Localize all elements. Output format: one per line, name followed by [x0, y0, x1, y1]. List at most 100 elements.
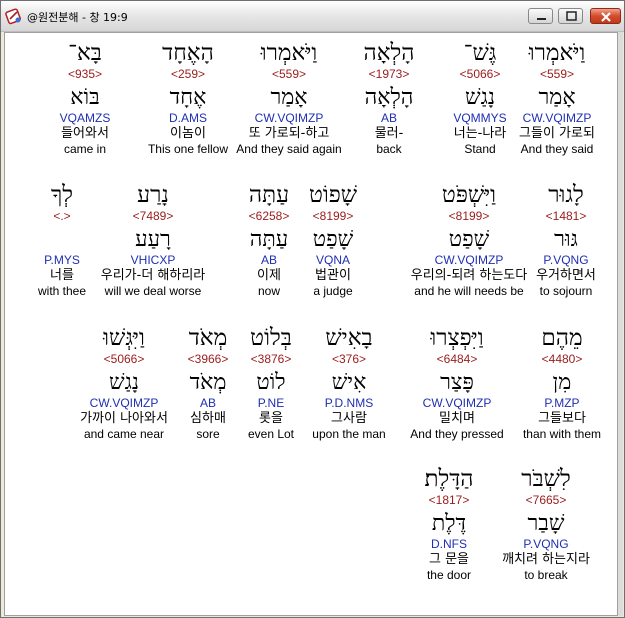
strong-number: <1973> [368, 67, 410, 81]
strong-number: <935> [67, 67, 103, 81]
minimize-icon [537, 18, 546, 20]
korean-gloss: 이제 [257, 268, 281, 283]
word-cell[interactable]: הָלְאָה <1973> הָלְאָה AB 물러-back [363, 39, 414, 156]
korean-gloss: 우리가-더 해하리라 [100, 268, 206, 283]
strong-number: <559> [539, 67, 575, 81]
korean-gloss: 우리의-되려 하는도다 [410, 268, 528, 283]
minimize-button[interactable] [528, 8, 553, 24]
english-gloss: the door [426, 568, 472, 582]
word-cell[interactable]: בָאִישׁ <376> אִישׁ P.D.NMS 그사람 upon the man [312, 324, 385, 441]
korean-gloss: 그 문을 [428, 552, 470, 567]
parsing-code: VQAMZS [59, 111, 111, 125]
word-cell[interactable]: לְךָ <.> P.MYS 너를 with thee [38, 181, 86, 298]
lemma-word [38, 227, 86, 253]
lemma-word: נָגַשׁ [465, 85, 495, 110]
korean-gloss: 그사람 [331, 411, 367, 426]
hebrew-word: וַיִּפְצְרוּ [430, 325, 484, 351]
strong-number: <8199> [448, 209, 490, 223]
strong-number: <1817> [428, 493, 470, 507]
lemma-word: עַתָּה [249, 227, 289, 252]
word-cell[interactable]: גֶּשׁ־ <5066> נָגַשׁ VQMMYS 너는-나라 Stand [453, 39, 506, 156]
parsing-code: CW.VQIMZP [522, 111, 592, 125]
hebrew-word: הַדָּלֶת׃ [424, 466, 474, 492]
lemma-word: שָׁפַט [448, 227, 490, 252]
window-title: @원전분해 - 창 19:9 [27, 11, 128, 24]
parsing-code: D.NFS [430, 537, 467, 551]
english-gloss: a judge [313, 284, 353, 298]
title-bar[interactable]: @원전분해 - 창 19:9 [1, 1, 624, 32]
korean-gloss: 또 가로되-하고 [248, 126, 330, 141]
english-gloss: And they said again [236, 142, 342, 156]
word-cell[interactable]: וַיֹּאמְרוּ <559> אָמַר CW.VQIMZP 그들이 가로되 And… [519, 39, 595, 156]
hebrew-word: לְךָ [50, 182, 74, 208]
maximize-icon [566, 11, 577, 21]
word-cell[interactable]: הָאֶחָד <259> אֶחָד D.AMS 이놈이 This one fellow [148, 39, 228, 156]
word-cell[interactable]: מְאֹד <3966> מְאֹד AB 심하매 sore [188, 324, 229, 441]
hebrew-word: גֶּשׁ־ [463, 40, 497, 66]
hebrew-word: וַיִּגְּשׁוּ [103, 325, 145, 351]
maximize-button[interactable] [558, 8, 583, 24]
lemma-word: אָמַר [538, 85, 576, 110]
scrollbar-edge[interactable] [618, 32, 623, 616]
strong-number: <1481> [545, 209, 587, 223]
hebrew-word: בָאִישׁ [325, 325, 373, 351]
word-cell[interactable]: שָׁפוֹט <8199> שָׁפַט VQNA 법관이 a judge [309, 181, 357, 298]
strong-number: <259> [170, 67, 206, 81]
parsing-code: CW.VQIMZP [422, 396, 492, 410]
korean-gloss: 너를 [50, 268, 74, 283]
close-icon [601, 12, 611, 22]
word-cell[interactable]: וַיֹּאמְרוּ <559> אָמַר CW.VQIMZP 또 가로되-하고 An… [236, 39, 341, 156]
strong-number: <5066> [103, 352, 145, 366]
word-cell[interactable]: וַיִּגְּשׁוּ <5066> נָגַשׁ CW.VQIMZP 가까이 나아와… [80, 324, 168, 441]
strong-number: <7489> [132, 209, 174, 223]
parsing-code: VQMMYS [453, 111, 507, 125]
close-button[interactable] [590, 8, 621, 24]
bible-app-icon [5, 7, 23, 25]
word-cell[interactable]: לִשְׁבֹּר <7665> שָׁבַר P.VQNG 깨치려 하는지라 to br… [502, 465, 590, 582]
parsing-code: CW.VQIMZP [434, 253, 504, 267]
english-gloss: with thee [37, 284, 87, 298]
parsing-code: D.AMS [168, 111, 208, 125]
lemma-word: שָׁפַט [312, 227, 354, 252]
english-gloss: now [257, 284, 280, 298]
word-cell[interactable]: וַיִּפְצְרוּ <6484> פָּצַר CW.VQIMZP 밀치며 And … [410, 324, 503, 441]
hebrew-word: וַיִּשְׁפֹּט [441, 182, 497, 208]
parsing-code: P.VQNG [523, 537, 569, 551]
lemma-word: הָלְאָה [364, 85, 414, 110]
strong-number: <3876> [250, 352, 292, 366]
word-cell[interactable]: בְּלוֹט <3876> לוֹט P.NE 롯을 even Lot [248, 324, 294, 441]
hebrew-word: מֵהֶם [541, 325, 583, 351]
word-cell[interactable]: עַתָּה <6258> עַתָּה AB 이제 now [249, 181, 290, 298]
korean-gloss: 물러- [374, 126, 404, 141]
parsing-code: CW.VQIMZP [254, 111, 324, 125]
korean-gloss: 롯을 [259, 411, 283, 426]
word-cell[interactable]: לָגוּר <1481> גּוּר P.VQNG 우거하면서 to sojourn [536, 181, 596, 298]
english-gloss: And they pressed [410, 427, 504, 441]
word-cell[interactable]: בָּא־ <935> בּוֹא VQAMZS 들어와서 came in [60, 39, 111, 156]
hebrew-word: הָלְאָה [363, 40, 415, 66]
lemma-word: אָמַר [270, 85, 308, 110]
korean-gloss: 가까이 나아와서 [80, 411, 168, 426]
english-gloss: Stand [464, 142, 496, 156]
hebrew-word: בְּלוֹט [250, 325, 292, 351]
strong-number: <5066> [459, 67, 501, 81]
korean-gloss: 심하매 [190, 411, 226, 426]
korean-gloss: 들어와서 [61, 126, 109, 141]
english-gloss: will we deal worse [104, 284, 202, 298]
parsing-code: VHICXP [130, 253, 176, 267]
hebrew-word: נָרַע [137, 182, 169, 208]
word-cell[interactable]: מֵהֶם <4480> מִן P.MZP 그들보다 than with them [523, 324, 601, 441]
strong-number: <6484> [436, 352, 478, 366]
word-cell[interactable]: וַיִּשְׁפֹּט <8199> שָׁפַט CW.VQIMZP 우리의-되려 … [411, 181, 527, 298]
word-cell[interactable]: נָרַע <7489> רָעַע VHICXP 우리가-더 해하리라 will we … [101, 181, 206, 298]
word-cell[interactable]: הַדָּלֶת׃ <1817> דֶּלֶת D.NFS 그 문을 the door [424, 465, 473, 582]
lemma-word: נָגַשׁ [108, 370, 139, 395]
strong-number: <.> [53, 209, 71, 223]
english-gloss: upon the man [312, 427, 386, 441]
hebrew-word: וַיֹּאמְרוּ [260, 40, 318, 66]
korean-gloss: 깨치려 하는지라 [502, 552, 590, 567]
parsing-code: VQNA [315, 253, 350, 267]
strong-number: <7665> [525, 493, 567, 507]
english-gloss: even Lot [247, 427, 295, 441]
english-gloss: and he will needs be [414, 284, 524, 298]
